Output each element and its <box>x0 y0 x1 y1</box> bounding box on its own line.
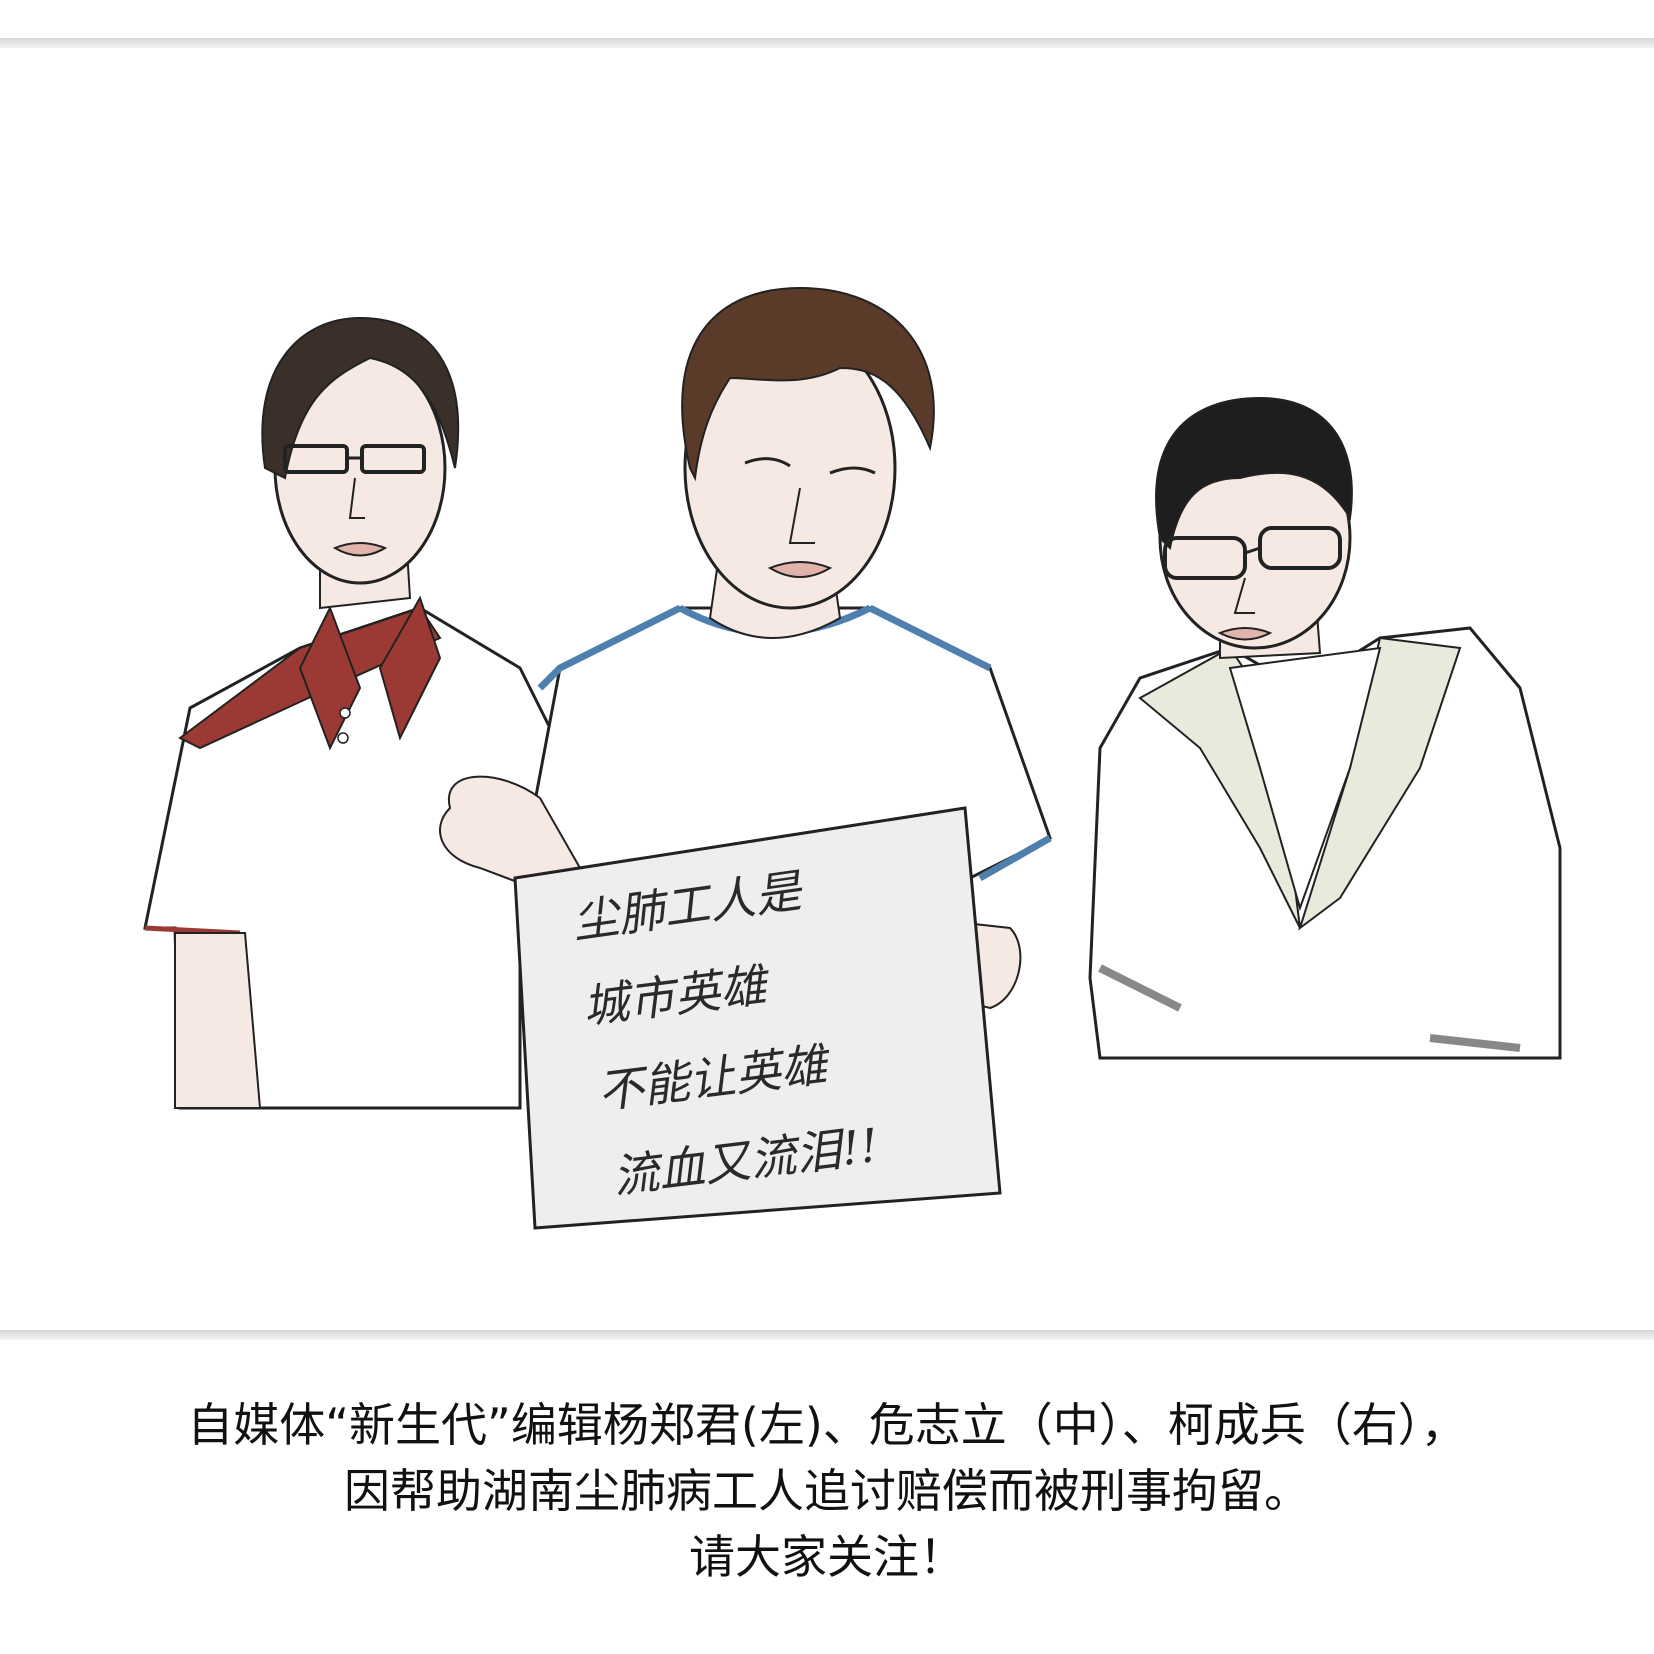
top-divider <box>0 38 1654 48</box>
caption-line-1: 自媒体“新生代”编辑杨郑君(左)、危志立（中）、柯成兵（右）， <box>187 1398 1467 1452</box>
caption-line-3: 请大家关注！ <box>689 1530 965 1584</box>
caption: 自媒体“新生代”编辑杨郑君(左)、危志立（中）、柯成兵（右）， 因帮助湖南尘肺病… <box>0 1392 1654 1590</box>
caption-line-2: 因帮助湖南尘肺病工人追讨赔偿而被刑事拘留。 <box>344 1464 1310 1518</box>
bottom-divider <box>0 1330 1654 1340</box>
illustration: 尘肺工人是 城市英雄 不能让英雄 流血又流泪!! <box>143 286 1562 1230</box>
person-left <box>143 316 562 1110</box>
person-right <box>1088 396 1562 1060</box>
handwritten-sign: 尘肺工人是 城市英雄 不能让英雄 流血又流泪!! <box>513 806 1002 1230</box>
